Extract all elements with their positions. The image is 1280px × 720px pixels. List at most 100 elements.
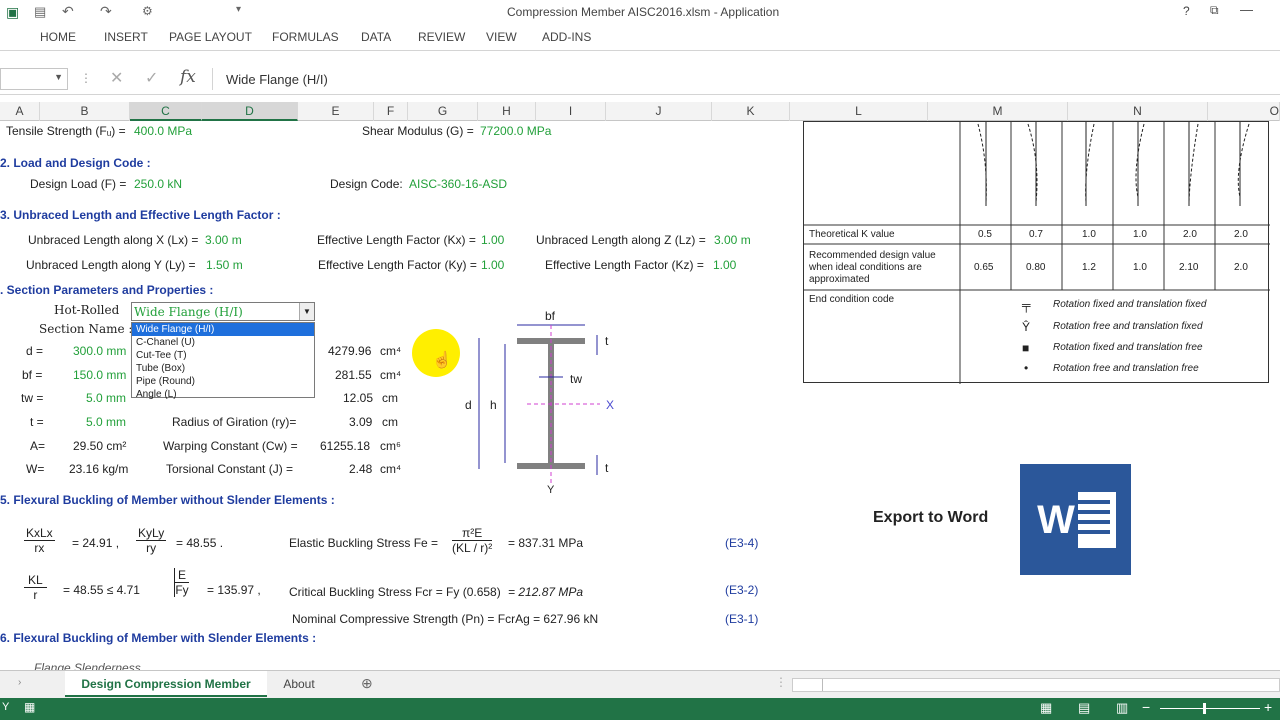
tab-page-layout[interactable]: PAGE LAYOUT	[169, 30, 252, 44]
option-tube[interactable]: Tube (Box)	[132, 362, 314, 375]
undo-icon[interactable]: ↶	[62, 3, 74, 20]
diagram-bf-label: bf	[545, 309, 556, 323]
col-j[interactable]: J	[606, 102, 712, 121]
col-g[interactable]: G	[408, 102, 478, 121]
elastic-label: Elastic Buckling Stress Fe =	[289, 536, 439, 550]
d-value[interactable]: 300.0 mm	[73, 344, 126, 358]
shear-value[interactable]: 77200.0 MPa	[480, 124, 551, 138]
kyly-value: = 48.55 .	[176, 536, 224, 550]
t-value[interactable]: 5.0 mm	[86, 415, 126, 429]
tab-design-compression-member[interactable]: Design Compression Member	[65, 671, 267, 697]
fe-formula: π²E (KL / r)²	[452, 526, 493, 555]
col-k[interactable]: K	[712, 102, 790, 121]
diagram-d-label: d	[465, 398, 472, 412]
cw-unit: cm⁶	[380, 439, 401, 453]
option-c-chanel[interactable]: C-Chanel (U)	[132, 336, 314, 349]
e-fy-ratio: E Fy	[174, 568, 190, 597]
help-icon[interactable]: ?	[1183, 4, 1190, 18]
option-pipe[interactable]: Pipe (Round)	[132, 375, 314, 388]
tab-view[interactable]: VIEW	[486, 30, 517, 44]
excel-icon[interactable]: ▣	[6, 4, 19, 21]
col-i[interactable]: I	[536, 102, 606, 121]
zoom-thumb[interactable]	[1203, 703, 1206, 714]
lz-value[interactable]: 3.00 m	[714, 233, 751, 247]
col-c[interactable]: C	[130, 102, 202, 121]
kyly-ratio: KyLy ry	[136, 526, 167, 555]
chevron-down-icon[interactable]: ▼	[299, 303, 314, 320]
macro-icon[interactable]: ▦	[24, 700, 35, 714]
k-value-1: 0.5	[978, 229, 992, 240]
save-icon[interactable]: ▤	[34, 4, 46, 20]
kz-value[interactable]: 1.00	[713, 258, 736, 272]
code-label: Design Code:	[330, 177, 403, 191]
col-n[interactable]: N	[1068, 102, 1208, 121]
iy-value: 281.55	[335, 368, 372, 382]
col-h[interactable]: H	[478, 102, 536, 121]
tw-value[interactable]: 5.0 mm	[86, 391, 126, 405]
tool-icon[interactable]: ⚙	[142, 4, 153, 18]
diagram-t-bottom-label: t	[605, 461, 609, 475]
option-angle[interactable]: Angle (L)	[132, 388, 314, 401]
page-layout-icon[interactable]: ▤	[1078, 700, 1090, 716]
col-a[interactable]: A	[0, 102, 40, 121]
scroll-tabs-icon[interactable]: ›	[18, 677, 21, 688]
load-label: Design Load (F) =	[30, 177, 127, 191]
ly-label: Unbraced Length along Y (Ly) =	[26, 258, 196, 272]
formula-input[interactable]: Wide Flange (H/I)	[212, 68, 1280, 90]
lx-label: Unbraced Length along X (Lx) =	[28, 233, 199, 247]
more-icon: ⋮	[80, 71, 92, 85]
tab-home[interactable]: HOME	[40, 30, 76, 44]
kz-label: Effective Length Factor (Kz) =	[545, 258, 704, 272]
code-value[interactable]: AISC-360-16-ASD	[409, 177, 507, 191]
ribbon-display-icon[interactable]: ⧉	[1210, 3, 1219, 18]
fcr-value: = 212.87 MPa	[508, 585, 584, 599]
fe-value: = 837.31 MPa	[508, 536, 584, 550]
word-icon[interactable]: W	[1020, 464, 1131, 575]
ky-value[interactable]: 1.00	[481, 258, 504, 272]
option-wide-flange[interactable]: Wide Flange (H/I)	[132, 323, 314, 336]
code-1: Rotation fixed and translation fixed	[1053, 299, 1207, 310]
page-break-icon[interactable]: ▥	[1116, 700, 1128, 716]
col-o[interactable]: O	[1208, 102, 1280, 121]
tab-about[interactable]: About	[270, 671, 328, 697]
section-dropdown[interactable]: Wide Flange (H/I) ▼	[131, 302, 315, 321]
zoom-in-icon[interactable]: +	[1264, 699, 1272, 715]
col-d[interactable]: D	[202, 102, 298, 121]
section-2-heading: 2. Load and Design Code :	[0, 156, 151, 170]
function-icon[interactable]: fx	[180, 67, 196, 87]
ly-value[interactable]: 1.50 m	[206, 258, 243, 272]
name-box[interactable]: ▼	[0, 68, 68, 90]
zoom-slider[interactable]	[1160, 708, 1260, 709]
status-bar: Y ▦ ▦ ▤ ▥ − +	[0, 698, 1280, 720]
splitter-icon[interactable]: ⋮	[775, 675, 787, 689]
tab-review[interactable]: REVIEW	[418, 30, 465, 44]
col-m[interactable]: M	[928, 102, 1068, 121]
customize-icon[interactable]: ▾	[236, 4, 241, 15]
minimize-icon[interactable]: —	[1240, 2, 1253, 17]
horizontal-scrollbar[interactable]	[792, 678, 1280, 692]
add-sheet-icon[interactable]: ⊕	[361, 675, 373, 692]
load-value[interactable]: 250.0 kN	[134, 177, 182, 191]
col-e[interactable]: E	[298, 102, 374, 121]
lx-value[interactable]: 3.00 m	[205, 233, 242, 247]
redo-icon[interactable]: ↷	[100, 3, 112, 20]
cancel-icon[interactable]: ✕	[110, 68, 123, 88]
col-l[interactable]: L	[790, 102, 928, 121]
nominal-label: Nominal Compressive Strength (Pn) = FcrA…	[292, 612, 599, 626]
bf-value[interactable]: 150.0 mm	[73, 368, 126, 382]
tab-add-ins[interactable]: ADD-INS	[542, 30, 591, 44]
tensile-label: Tensile Strength (Fᵤ) =	[6, 124, 126, 138]
kx-value[interactable]: 1.00	[481, 233, 504, 247]
tensile-value[interactable]: 400.0 MPa	[134, 124, 192, 138]
tab-insert[interactable]: INSERT	[104, 30, 148, 44]
col-f[interactable]: F	[374, 102, 408, 121]
tab-formulas[interactable]: FORMULAS	[272, 30, 339, 44]
d-label: d =	[26, 344, 44, 358]
enter-icon[interactable]: ✓	[145, 68, 158, 88]
zoom-out-icon[interactable]: −	[1142, 699, 1150, 715]
col-b[interactable]: B	[40, 102, 130, 121]
normal-view-icon[interactable]: ▦	[1040, 700, 1052, 716]
option-cut-tee[interactable]: Cut-Tee (T)	[132, 349, 314, 362]
tab-data[interactable]: DATA	[361, 30, 391, 44]
export-to-word-label[interactable]: Export to Word	[873, 509, 988, 527]
